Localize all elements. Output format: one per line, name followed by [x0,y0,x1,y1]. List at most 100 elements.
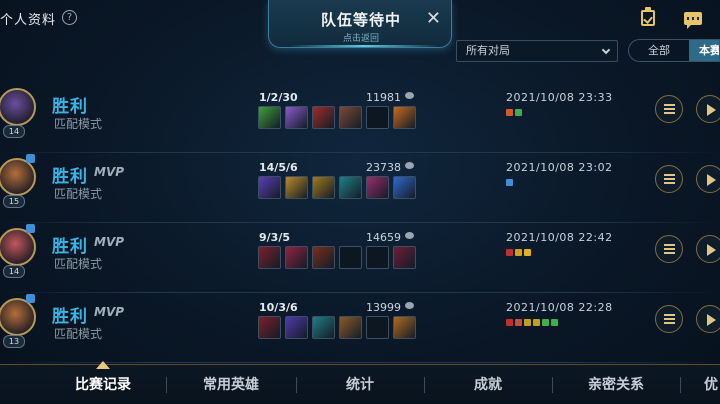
gold-amount: 23738 [366,161,401,174]
match-row[interactable]: 15 胜利 MVP 匹配模式 14/5/6 23738 2021/10/08 23:02 [0,152,720,223]
replay-button[interactable] [696,95,720,123]
nav-achievements[interactable]: 成就 [424,365,552,404]
toggle-all[interactable]: 全部 [629,40,689,61]
empty-item-slot[interactable] [366,246,389,269]
chevron-down-icon [601,45,611,55]
hero-avatar[interactable] [0,298,36,336]
match-row[interactable]: 13 胜利 MVP 匹配模式 10/3/6 13999 2021/10/08 22:28 [0,292,720,363]
kda-score: 10/3/6 [259,301,298,314]
game-mode: 匹配模式 [54,117,103,131]
item-icon[interactable] [312,106,335,129]
kda-score: 1/2/30 [259,91,298,104]
nav-more[interactable]: 优 [680,365,720,404]
item-icon[interactable] [393,316,416,339]
list-icon [664,174,675,185]
match-datetime: 2021/10/08 23:02 [506,161,613,174]
match-datetime: 2021/10/08 22:28 [506,301,613,314]
achievement-tag-icon [506,109,513,116]
item-icon[interactable] [312,316,335,339]
queue-progress-glow [289,45,439,47]
match-datetime: 2021/10/08 23:33 [506,91,613,104]
achievement-tag-icon [551,319,558,326]
item-icon[interactable] [258,176,281,199]
mvp-badge: MVP [94,235,125,249]
empty-item-slot[interactable] [366,316,389,339]
nav-match-history[interactable]: 比赛记录 [40,365,166,404]
match-detail-button[interactable] [655,165,683,193]
replay-button[interactable] [696,305,720,333]
gold-coin-icon [405,92,414,99]
top-bar: 个人资料 ? 队伍等待中 点击返回 ✕ [0,0,720,48]
hero-avatar[interactable] [0,88,36,126]
queue-return-link[interactable]: 点击返回 [269,31,453,44]
item-icon[interactable] [339,176,362,199]
level-badge: 15 [3,195,25,208]
match-row[interactable]: 14 胜利 MVP 匹配模式 9/3/5 14659 2021/10/08 22:42 [0,222,720,293]
item-icon[interactable] [393,246,416,269]
item-icon[interactable] [312,246,335,269]
replay-button[interactable] [696,165,720,193]
kda-score: 14/5/6 [259,161,298,174]
empty-item-slot[interactable] [366,106,389,129]
item-icon[interactable] [285,316,308,339]
item-icon[interactable] [366,176,389,199]
match-detail-button[interactable] [655,95,683,123]
close-icon[interactable]: ✕ [426,10,441,28]
gold-amount: 11981 [366,91,401,104]
chat-dots [687,17,699,20]
play-icon [707,174,716,186]
chat-icon[interactable] [684,12,702,29]
queue-status-panel[interactable]: 队伍等待中 点击返回 ✕ [268,0,452,48]
match-result: 胜利 [52,237,88,257]
hero-avatar[interactable] [0,228,36,266]
match-filter-select[interactable]: 所有对局 [456,40,618,62]
achievement-tag-icon [542,319,549,326]
gold-amount: 13999 [366,301,401,314]
item-icon[interactable] [285,246,308,269]
item-icon[interactable] [258,246,281,269]
empty-item-slot[interactable] [339,246,362,269]
level-badge: 14 [3,265,25,278]
achievement-tag-icon [524,319,531,326]
team-badge-icon [26,154,35,163]
gold-coin-icon [405,162,414,169]
gold-coin-icon [405,232,414,239]
help-icon[interactable]: ? [62,10,77,25]
game-mode: 匹配模式 [54,187,103,201]
item-icon[interactable] [393,106,416,129]
play-icon [707,314,716,326]
row-divider [0,362,720,363]
hero-avatar[interactable] [0,158,36,196]
list-icon [664,104,675,115]
match-row[interactable]: 14 胜利 匹配模式 1/2/30 11981 2021/10/08 23:33 [0,82,720,153]
achievement-tag-icon [506,179,513,186]
achievement-tag-icon [515,249,522,256]
achievement-tag-icon [506,319,513,326]
team-badge-icon [26,224,35,233]
achievement-tag-icon [506,249,513,256]
item-icon[interactable] [258,106,281,129]
match-detail-button[interactable] [655,235,683,263]
toggle-season[interactable]: 本赛 [689,40,719,61]
level-badge: 13 [3,335,25,348]
profile-title: 个人资料 [0,13,57,28]
item-icon[interactable] [258,316,281,339]
gold-amount: 14659 [366,231,401,244]
task-clipboard-icon[interactable] [641,7,655,26]
item-icon[interactable] [393,176,416,199]
nav-relationships[interactable]: 亲密关系 [552,365,680,404]
list-icon [664,314,675,325]
scope-toggle: 全部 本赛 [628,39,720,62]
item-icon[interactable] [285,106,308,129]
nav-common-heroes[interactable]: 常用英雄 [166,365,296,404]
match-detail-button[interactable] [655,305,683,333]
item-icon[interactable] [312,176,335,199]
achievement-tag-icon [515,109,522,116]
item-icon[interactable] [285,176,308,199]
gold-coin-icon [405,302,414,309]
item-icon[interactable] [339,316,362,339]
item-icon[interactable] [339,106,362,129]
replay-button[interactable] [696,235,720,263]
nav-statistics[interactable]: 统计 [296,365,424,404]
mvp-badge: MVP [94,305,125,319]
